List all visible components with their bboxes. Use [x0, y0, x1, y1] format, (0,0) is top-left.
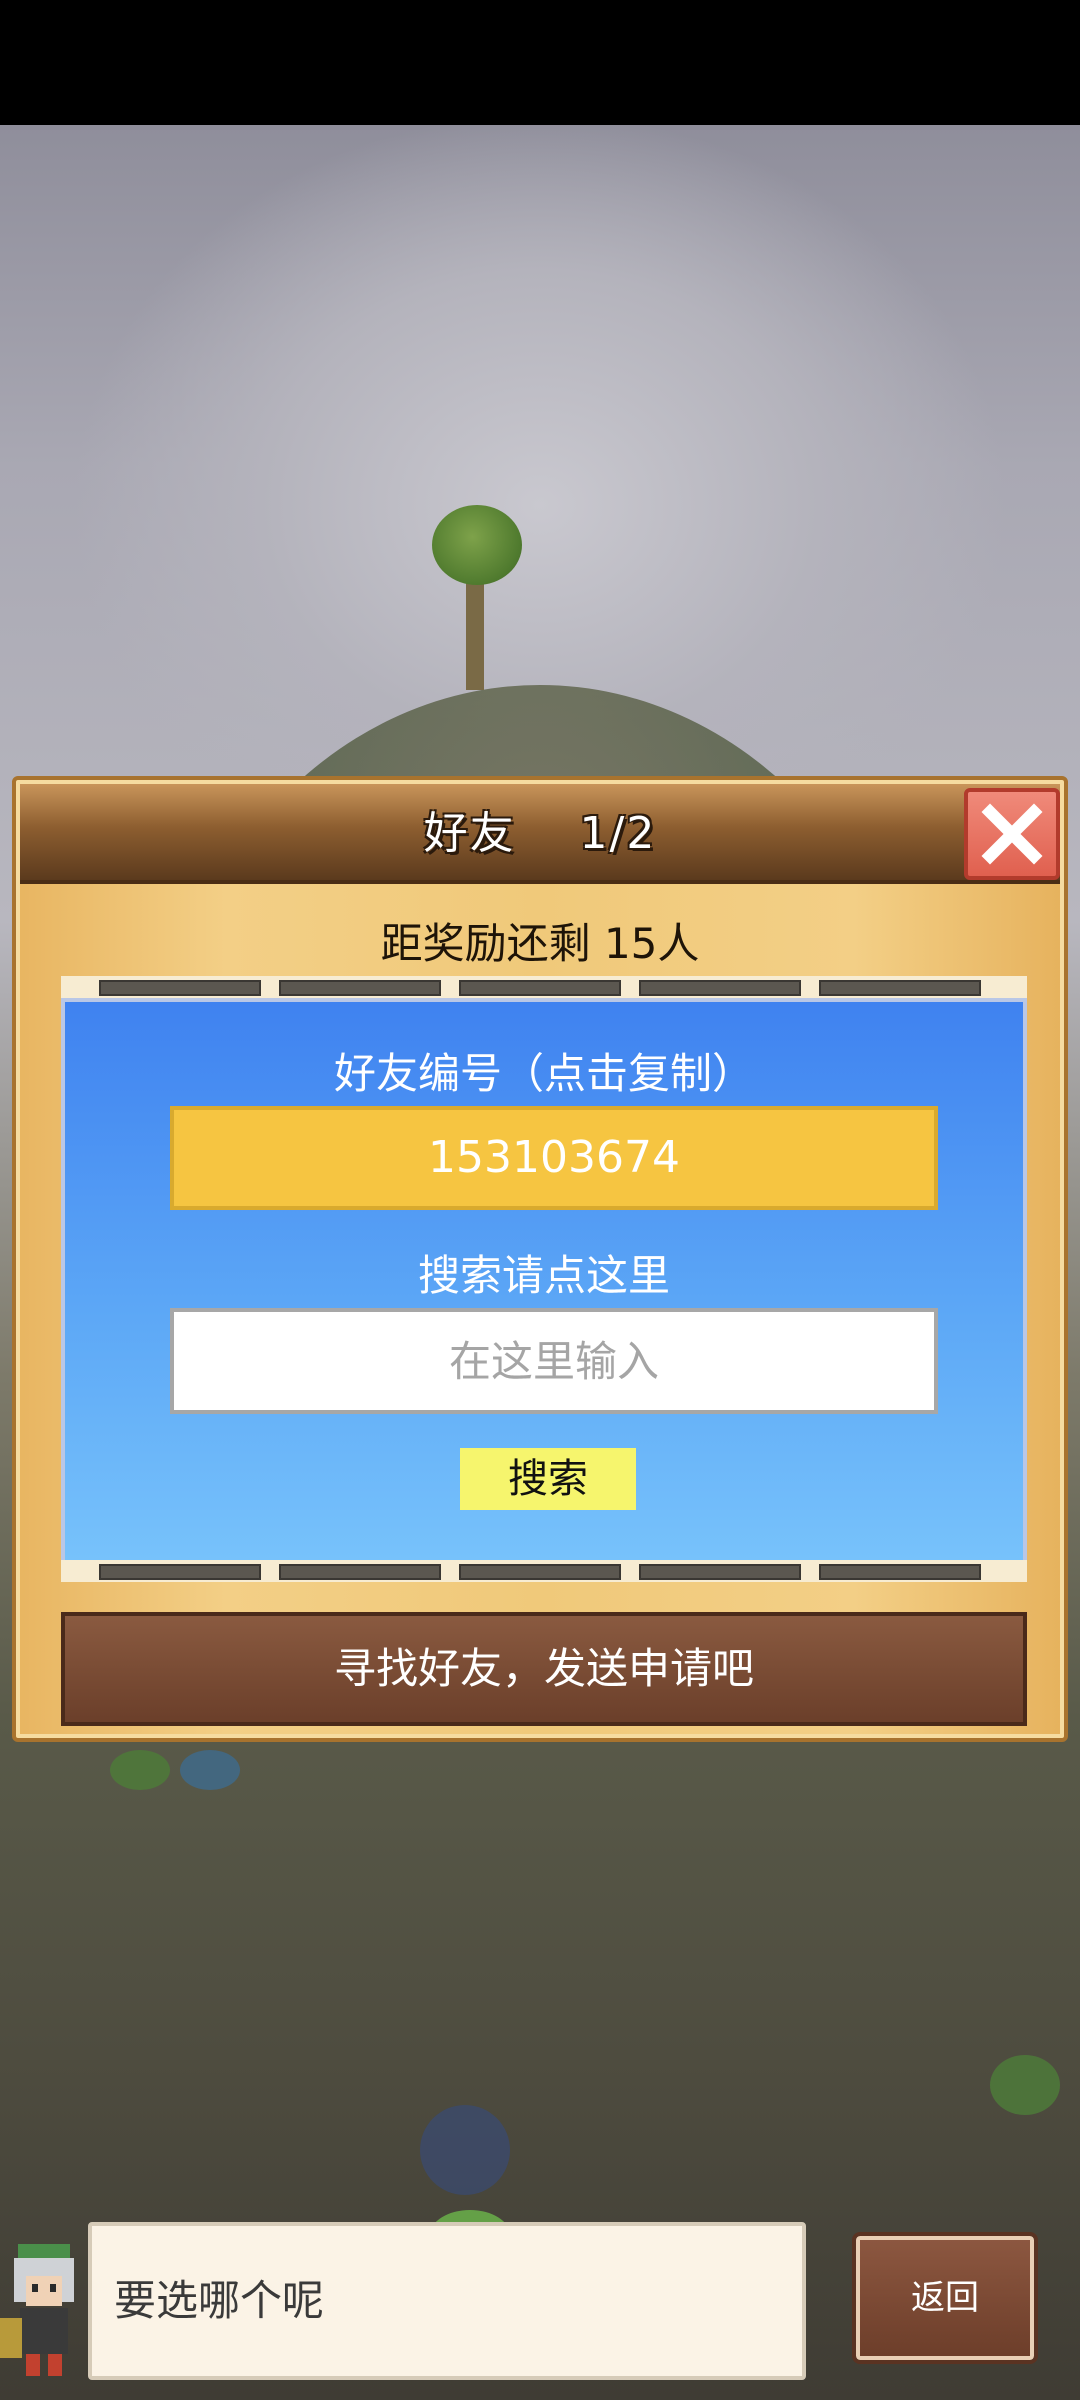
back-button[interactable]: 返回 [852, 2232, 1038, 2364]
character-avatar [0, 2244, 74, 2376]
bush [110, 1750, 170, 1790]
page-tab[interactable] [639, 980, 801, 996]
search-button[interactable]: 搜索 [460, 1448, 636, 1510]
friend-id-label: 好友编号（点击复制） [333, 1049, 754, 1098]
page-tab[interactable] [279, 1564, 441, 1580]
friends-dialog: 好友 1/2 距奖励还剩 15人 好友编号（点击复制） 153103674 搜索… [12, 776, 1068, 1742]
bush [180, 1750, 240, 1790]
page-tab[interactable] [99, 1564, 261, 1580]
page-tab[interactable] [639, 1564, 801, 1580]
friend-search-panel: 好友编号（点击复制） 153103674 搜索请点这里 搜索 [61, 998, 1027, 1564]
page-tab[interactable] [279, 980, 441, 996]
dialog-title: 好友 1/2 [423, 808, 657, 859]
page-tab[interactable] [819, 1564, 981, 1580]
page-tab[interactable] [819, 980, 981, 996]
friend-id-copy-box[interactable]: 153103674 [170, 1106, 938, 1210]
page-tab[interactable] [459, 1564, 621, 1580]
page-tab[interactable] [99, 980, 261, 996]
close-icon [981, 803, 1043, 865]
page-tabs-bottom [61, 1560, 1027, 1582]
close-button[interactable] [964, 788, 1060, 880]
status-bar [0, 0, 1080, 125]
speech-text: 要选哪个呢 [114, 2276, 325, 2325]
title-bar: 好友 1/2 [20, 784, 1060, 884]
search-label: 搜索请点这里 [417, 1251, 670, 1300]
bush [990, 2055, 1060, 2115]
tree [432, 505, 522, 585]
page-tabs-top [61, 976, 1027, 998]
find-friends-button[interactable]: 寻找好友，发送申请吧 [61, 1612, 1027, 1726]
page-tab[interactable] [459, 980, 621, 996]
tree-trunk [466, 570, 484, 690]
search-input[interactable] [170, 1308, 938, 1414]
reward-remaining-text: 距奖励还剩 15人 [380, 919, 700, 968]
building [420, 2105, 510, 2195]
speech-bubble: 要选哪个呢 [88, 2222, 806, 2380]
